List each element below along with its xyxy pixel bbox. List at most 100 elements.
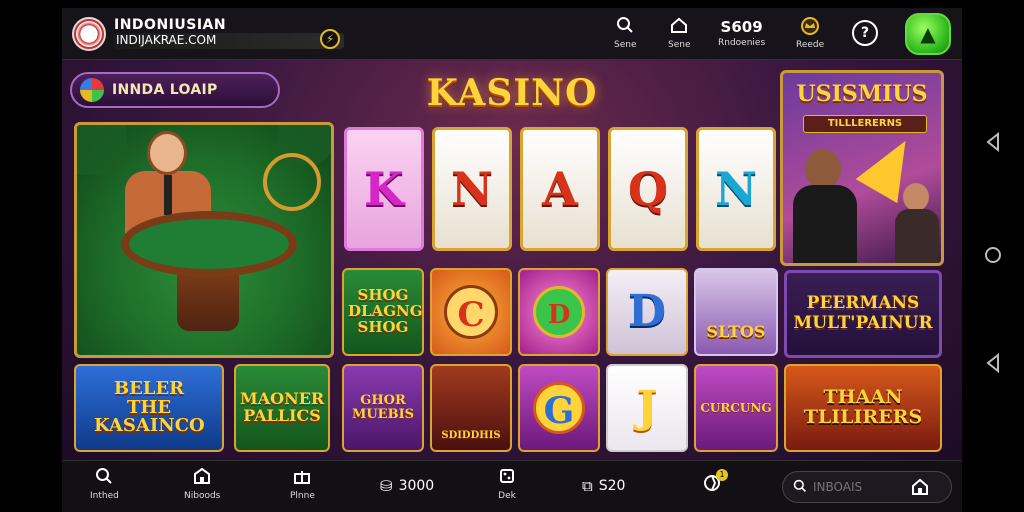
game-tile-thaan[interactable]: THAAN TLILIRERS (784, 364, 942, 452)
game-tile-label: G (533, 382, 585, 434)
reel-5[interactable]: N (696, 127, 776, 251)
top-home-button[interactable]: Sene (668, 16, 691, 50)
dealer-head (147, 131, 187, 175)
bottom-dice-label: Dek (498, 491, 516, 501)
bolt-icon[interactable]: ⚡ (320, 29, 340, 49)
game-tile-label: CURCUNG (700, 400, 772, 415)
game-tile-label: C (444, 285, 498, 339)
palm-leaf-decoration (77, 125, 127, 175)
game-tile-label: D (533, 286, 585, 338)
bottom-gift-button[interactable]: Plnne (290, 467, 315, 501)
dice-icon (498, 467, 516, 489)
search-icon (793, 479, 807, 496)
bottom-search-button[interactable]: Inthed (90, 467, 119, 501)
roulette-game-banner[interactable] (74, 122, 334, 358)
top-search-label: Sene (614, 40, 637, 50)
top-rewards-button[interactable]: Reede (796, 16, 824, 50)
jackpot-button[interactable]: INNDA LOAIP (70, 72, 280, 108)
game-tile-maoner[interactable]: MAONER PALLICS (234, 364, 330, 452)
bottom-gift-label: Plnne (290, 491, 315, 501)
bottom-bar: Inthed Niboods Plnne ⛁ 3000 Dek ⧉ S20 1 … (62, 460, 962, 512)
game-tile-shog[interactable]: SHOG DLAGNG SHOG (342, 268, 424, 356)
casino-lobby: INNDA LOAIP KASINO K N A Q N SHOG DLAGNG… (62, 60, 962, 460)
multiplayer-label: PEERMANS MULT'PAINUR (793, 293, 933, 333)
game-tile-g[interactable]: G (518, 364, 600, 452)
game-tile-curcung[interactable]: CURCUNG (694, 364, 778, 452)
bottom-dice-button[interactable]: Dek (498, 467, 516, 501)
balance-value: S609 (720, 18, 763, 36)
home-circle-icon[interactable] (980, 242, 1006, 268)
reel-symbol: K (364, 162, 404, 216)
reel-2[interactable]: N (432, 127, 512, 251)
bottom-notifications-button[interactable]: 1 (702, 469, 728, 497)
promo-title: USISMIUS (796, 81, 928, 107)
game-tile-j[interactable]: J (606, 364, 688, 452)
game-tile-label: THAAN TLILIRERS (803, 386, 923, 428)
store-icon (184, 467, 220, 489)
bottom-store-label: Niboods (184, 491, 221, 501)
game-tile-label: SLTOS (706, 321, 766, 341)
roulette-wheel-icon (263, 153, 321, 211)
game-tile-ghor[interactable]: GHOR MUEBIS (342, 364, 424, 452)
top-balance-button[interactable]: S609 Rndoenies (718, 16, 765, 48)
recents-icon[interactable] (980, 350, 1006, 376)
game-tile-d-blue[interactable]: D (606, 268, 688, 356)
search-icon (90, 467, 119, 489)
rewards-label: Reede (796, 40, 825, 50)
home-icon (668, 16, 691, 36)
reel-symbol: Q (627, 162, 669, 216)
app-screen: INDONIUSIAN INDIJAKRAE.COM ⚡ Sene Sene S… (62, 8, 962, 512)
game-tile-d-red[interactable]: D (518, 268, 600, 356)
top-home-label: Sene (668, 40, 691, 50)
bottom-search-input[interactable] (813, 480, 909, 494)
help-search-icon[interactable]: ? (852, 20, 878, 46)
system-navigation-bar (962, 0, 1024, 512)
reel-3[interactable]: A (520, 127, 600, 251)
game-tile-slots[interactable]: SLTOS (694, 268, 778, 356)
promo-banner[interactable]: USISMIUS TILLLERERNS (780, 70, 944, 266)
bottom-store-button[interactable]: Niboods (184, 467, 220, 501)
jackpot-label: INNDA LOAIP (112, 82, 218, 98)
roulette-table (121, 211, 297, 277)
reel-symbol: A (542, 162, 578, 216)
top-bar: INDONIUSIAN INDIJAKRAE.COM ⚡ Sene Sene S… (62, 8, 962, 60)
game-tile-beler[interactable]: BELER THE KASAINCO (74, 364, 224, 452)
game-tile-label: SHOG DLAGNG SHOG (348, 286, 423, 336)
site-logo[interactable] (72, 17, 106, 51)
site-name: INDONIUSIAN (114, 17, 227, 33)
site-url[interactable]: INDIJAKRAE.COM (114, 33, 344, 49)
balance-label: Rndoenies (718, 38, 766, 48)
game-tile-sdiddhis[interactable]: SDIDDHIS (430, 364, 512, 452)
promo-subtitle: TILLLERERNS (803, 115, 927, 133)
table-base (177, 271, 239, 331)
top-search-button[interactable]: Sene (614, 16, 637, 50)
cash-icon: ⧉ (582, 477, 593, 495)
chips-icon: ⛁ (380, 477, 393, 495)
chips-value: 3000 (398, 478, 435, 494)
back-icon[interactable] (980, 129, 1006, 155)
promo-host-illustration (793, 149, 857, 263)
gift-icon (290, 467, 315, 489)
bottom-search-box[interactable] (782, 471, 952, 503)
reel-4[interactable]: Q (608, 127, 688, 251)
dealer-tie (164, 175, 172, 215)
promo-guest-illustration (895, 183, 939, 263)
reel-symbol: N (450, 162, 494, 216)
multiplayer-tile[interactable]: PEERMANS MULT'PAINUR (784, 270, 942, 358)
bottom-search-label: Inthed (90, 491, 119, 501)
bottom-chips-amount[interactable]: ⛁ 3000 (380, 477, 434, 495)
game-tile-label: GHOR MUEBIS (351, 393, 415, 422)
crown-icon (796, 16, 824, 36)
reel-symbol: N (714, 162, 758, 216)
home-icon[interactable] (911, 478, 929, 500)
search-icon (614, 16, 637, 36)
reel-1[interactable]: K (344, 127, 424, 251)
spin-wheel-icon: 1 (702, 469, 728, 495)
game-tile-c[interactable]: C (430, 268, 512, 356)
game-tile-label: J (636, 381, 658, 433)
cash-value: S20 (598, 478, 626, 494)
brand-title: KASINO (426, 72, 598, 114)
game-tile-label: BELER THE KASAINCO (94, 377, 205, 437)
vip-badge-icon[interactable]: ▲ (905, 13, 951, 55)
bottom-cash-amount[interactable]: ⧉ S20 (582, 477, 625, 495)
